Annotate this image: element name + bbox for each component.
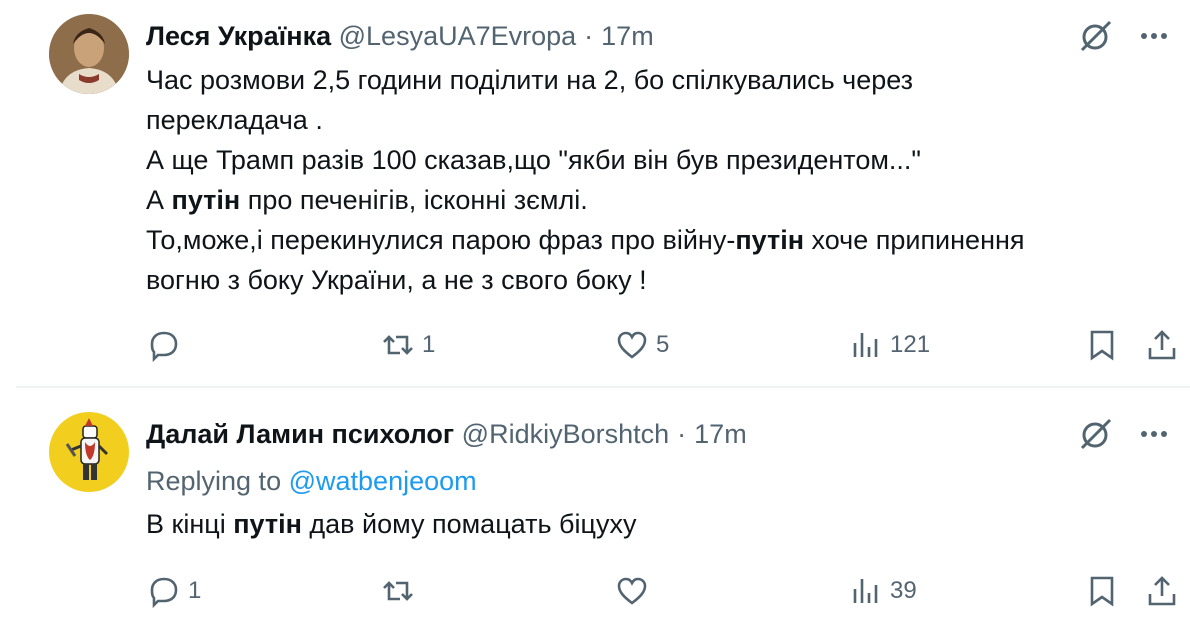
text-segment: А ще Трамп разів 100 сказав,що "якби він… bbox=[146, 145, 921, 175]
tweet-text-line: перекладача . bbox=[146, 100, 1166, 140]
tweet[interactable]: Далай Ламин психолог @RidkiyBorshtch · 17m… bbox=[0, 388, 1190, 622]
avatar[interactable] bbox=[49, 14, 129, 94]
tweet-top-actions bbox=[1062, 16, 1174, 56]
bookmark-button[interactable] bbox=[1084, 571, 1120, 611]
tweet-actions: 1 39 bbox=[0, 571, 1190, 611]
bookmark-icon bbox=[1090, 330, 1114, 361]
author-name[interactable]: Далай Ламин психолог bbox=[146, 419, 454, 449]
separator: · bbox=[677, 419, 687, 449]
avatar[interactable] bbox=[49, 412, 129, 492]
share-button[interactable] bbox=[1144, 571, 1180, 611]
tweet-text: Час розмови 2,5 години поділити на 2, бо… bbox=[146, 60, 1166, 300]
bookmark-button[interactable] bbox=[1084, 325, 1120, 365]
tweet-text-line: вогню з боку України, а не з свого боку … bbox=[146, 260, 1166, 300]
tweet-text-line: А путін про печенігів, ісконні зємлі. bbox=[146, 180, 1166, 220]
share-icon bbox=[1148, 576, 1176, 606]
timestamp[interactable]: 17m bbox=[694, 419, 747, 449]
text-segment: хоче припинення bbox=[804, 225, 1025, 255]
views-bars-icon bbox=[853, 579, 878, 603]
views-button[interactable]: 121 bbox=[848, 325, 930, 365]
author-handle[interactable]: @RidkiyBorshtch bbox=[462, 419, 669, 449]
more-dots-icon[interactable] bbox=[1134, 414, 1174, 454]
text-segment: Час розмови 2,5 години поділити на 2, бо… bbox=[146, 65, 914, 95]
separator: · bbox=[584, 21, 594, 51]
like-button[interactable]: 5 bbox=[614, 325, 669, 365]
repost-icon bbox=[383, 581, 413, 601]
bold-text: путін bbox=[233, 509, 302, 539]
views-button[interactable]: 39 bbox=[848, 571, 917, 611]
bold-text: путін bbox=[735, 225, 805, 255]
text-segment: А bbox=[146, 185, 172, 215]
tweet[interactable]: Леся Українка @LesyaUA7Evropa · 17m Час ро… bbox=[0, 0, 1190, 386]
views-count: 121 bbox=[890, 331, 931, 358]
bookmark-icon bbox=[1090, 576, 1114, 607]
repost-count: 1 bbox=[422, 331, 436, 358]
tweet-actions: 1 5 121 bbox=[0, 325, 1190, 365]
repost-button[interactable]: 1 bbox=[380, 325, 435, 365]
reply-button[interactable]: 1 bbox=[146, 571, 201, 611]
tweet-header: Леся Українка @LesyaUA7Evropa · 17m bbox=[146, 18, 654, 54]
reply-count: 1 bbox=[188, 577, 202, 604]
views-count: 39 bbox=[890, 577, 917, 604]
replying-to: Replying to @watbenjeoom bbox=[146, 461, 477, 501]
text-segment: про печенігів, ісконні зємлі. bbox=[240, 185, 588, 215]
bold-text: путін bbox=[171, 185, 241, 215]
share-button[interactable] bbox=[1144, 325, 1180, 365]
tweet-text-line: В кінці путін дав йому помацать біцуху bbox=[146, 504, 1166, 544]
views-bars-icon bbox=[853, 333, 878, 357]
author-name[interactable]: Леся Українка bbox=[146, 21, 331, 51]
reply-bubble-icon bbox=[150, 577, 178, 609]
tweet-text-line: А ще Трамп разів 100 сказав,що "якби він… bbox=[146, 140, 1166, 180]
heart-icon bbox=[617, 331, 647, 359]
grok-slash-circle-icon[interactable] bbox=[1076, 16, 1116, 56]
replying-handle-link[interactable]: @watbenjeoom bbox=[289, 466, 477, 496]
text-segment: дав йому помацать біцуху bbox=[301, 509, 637, 539]
heart-icon bbox=[617, 577, 647, 605]
reply-button[interactable] bbox=[146, 325, 188, 365]
reply-bubble-icon bbox=[150, 331, 178, 363]
repost-button[interactable] bbox=[380, 571, 422, 611]
like-count: 5 bbox=[656, 331, 670, 358]
text-segment: То,може,і перекинулися парою фраз про ві… bbox=[146, 225, 736, 255]
repost-icon bbox=[383, 335, 413, 355]
tweet-text-line: То,може,і перекинулися парою фраз про ві… bbox=[146, 220, 1166, 260]
more-dots-icon[interactable] bbox=[1134, 16, 1174, 56]
grok-slash-circle-icon[interactable] bbox=[1076, 414, 1116, 454]
share-icon bbox=[1148, 330, 1176, 360]
tweet-top-actions bbox=[1062, 414, 1174, 454]
text-segment: В кінці bbox=[146, 509, 234, 539]
text-segment: перекладача . bbox=[146, 105, 323, 135]
author-handle[interactable]: @LesyaUA7Evropa bbox=[339, 21, 577, 51]
text-segment: вогню з боку України, а не з свого боку … bbox=[146, 265, 647, 295]
like-button[interactable] bbox=[614, 571, 656, 611]
tweet-header: Далай Ламин психолог @RidkiyBorshtch · 17m bbox=[146, 416, 747, 452]
tweet-text: В кінці путін дав йому помацать біцуху bbox=[146, 504, 1166, 544]
replying-prefix: Replying to bbox=[146, 466, 282, 496]
timestamp[interactable]: 17m bbox=[601, 21, 654, 51]
tweet-text-line: Час розмови 2,5 години поділити на 2, бо… bbox=[146, 60, 1166, 100]
